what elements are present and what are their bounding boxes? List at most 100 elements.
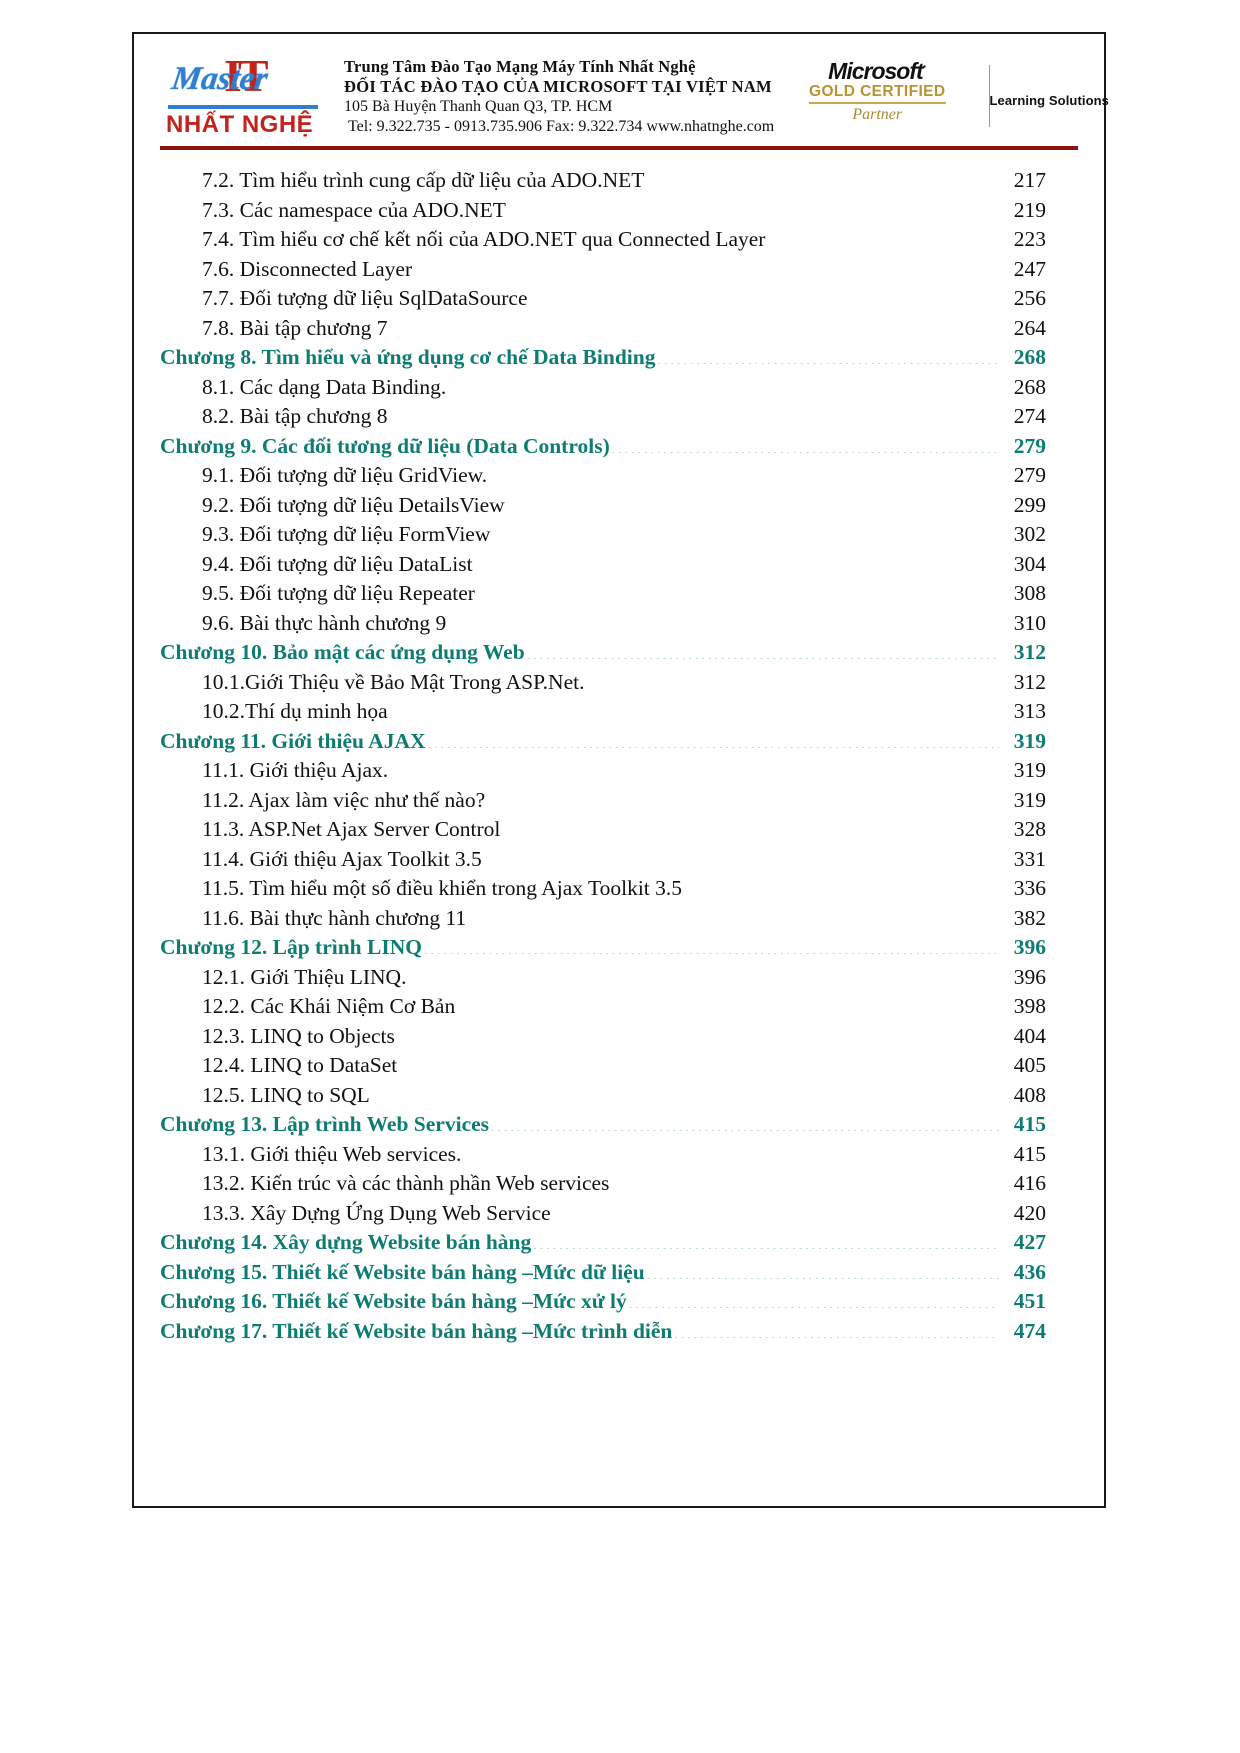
toc-chapter-row[interactable]: Chương 11. Giới thiệu AJAX 319 xyxy=(160,729,1046,759)
toc-dot-leader xyxy=(611,437,999,453)
toc-chapter-row[interactable]: Chương 13. Lập trình Web Services 415 xyxy=(160,1112,1046,1142)
toc-page-number: 312 xyxy=(1013,640,1046,664)
master-logo-text: Master xyxy=(169,61,270,97)
toc-entry-label: 7.6. Disconnected Layer xyxy=(202,256,413,281)
toc-section-row[interactable]: 7.2. Tìm hiểu trình cung cấp dữ liệu của… xyxy=(160,168,1046,198)
table-of-contents: 7.2. Tìm hiểu trình cung cấp dữ liệu của… xyxy=(160,168,1046,1348)
toc-entry-label: 12.1. Giới Thiệu LINQ. xyxy=(202,964,407,989)
microsoft-wordmark: Microsoft· xyxy=(774,59,980,83)
toc-section-row[interactable]: 11.2. Ajax làm việc như thế nào? 319 xyxy=(160,788,1046,818)
toc-dot-leader xyxy=(447,614,999,630)
toc-section-row[interactable]: 13.2. Kiến trúc và các thành phần Web se… xyxy=(160,1171,1046,1201)
toc-section-row[interactable]: 9.2. Đối tượng dữ liệu DetailsView 299 xyxy=(160,493,1046,523)
toc-entry-label: 9.1. Đối tượng dữ liệu GridView. xyxy=(202,463,488,487)
toc-dot-leader xyxy=(488,466,999,482)
toc-section-row[interactable]: 11.4. Giới thiệu Ajax Toolkit 3.5 331 xyxy=(160,847,1046,877)
toc-chapter-row[interactable]: Chương 9. Các đối tương dữ liệu (Data Co… xyxy=(160,434,1046,464)
toc-entry-label: Chương 11. Giới thiệu AJAX xyxy=(160,728,426,753)
toc-section-row[interactable]: 12.5. LINQ to SQL 408 xyxy=(160,1083,1046,1113)
toc-entry-label: 7.3. Các namespace của ADO.NET xyxy=(202,197,506,222)
toc-section-row[interactable]: 9.6. Bài thực hành chương 9 310 xyxy=(160,611,1046,641)
toc-section-row[interactable]: 10.1.Giới Thiệu về Bảo Mật Trong ASP.Net… xyxy=(160,670,1046,700)
toc-dot-leader xyxy=(389,702,999,718)
toc-section-row[interactable]: 12.2. Các Khái Niệm Cơ Bản 398 xyxy=(160,994,1046,1024)
toc-dot-leader xyxy=(646,1263,999,1279)
toc-section-row[interactable]: 12.3. LINQ to Objects 404 xyxy=(160,1024,1046,1054)
toc-chapter-row[interactable]: Chương 10. Bảo mật các ứng dụng Web 312 xyxy=(160,640,1046,670)
toc-chapter-row[interactable]: Chương 14. Xây dựng Website bán hàng 427 xyxy=(160,1230,1046,1260)
toc-dot-leader xyxy=(766,230,999,246)
toc-page-number: 408 xyxy=(1013,1082,1046,1107)
toc-entry-label: 9.5. Đối tượng dữ liệu Repeater xyxy=(202,581,475,605)
toc-section-row[interactable]: 9.3. Đối tượng dữ liệu FormView 302 xyxy=(160,522,1046,552)
toc-entry-label: 12.4. LINQ to DataSet xyxy=(202,1053,398,1077)
toc-section-row[interactable]: 7.7. Đối tượng dữ liệu SqlDataSource 256 xyxy=(160,286,1046,316)
toc-page-number: 331 xyxy=(1013,846,1046,871)
toc-page-number: 416 xyxy=(1013,1171,1046,1195)
toc-page-number: 415 xyxy=(1013,1141,1046,1166)
toc-dot-leader xyxy=(490,1115,999,1131)
learning-solutions-block: Learning Solutions xyxy=(980,55,1112,145)
toc-dot-leader xyxy=(483,850,999,866)
toc-page-number: 474 xyxy=(1013,1318,1046,1343)
toc-entry-label: Chương 10. Bảo mật các ứng dụng Web xyxy=(160,640,525,664)
street-address-line: 105 Bà Huyện Thanh Quan Q3, TP. HCM xyxy=(344,98,613,116)
toc-section-row[interactable]: 12.4. LINQ to DataSet 405 xyxy=(160,1053,1046,1083)
toc-section-row[interactable]: 9.5. Đối tượng dữ liệu Repeater 308 xyxy=(160,581,1046,611)
toc-entry-label: 9.6. Bài thực hành chương 9 xyxy=(202,610,447,635)
toc-page-number: 319 xyxy=(1013,728,1046,753)
toc-entry-label: Chương 8. Tìm hiểu và ứng dụng cơ chế Da… xyxy=(160,345,656,369)
toc-chapter-row[interactable]: Chương 12. Lập trình LINQ 396 xyxy=(160,935,1046,965)
toc-chapter-row[interactable]: Chương 17. Thiết kế Website bán hàng –Mứ… xyxy=(160,1319,1046,1349)
toc-dot-leader xyxy=(526,643,999,659)
toc-section-row[interactable]: 7.3. Các namespace của ADO.NET 219 xyxy=(160,198,1046,228)
toc-section-row[interactable]: 9.1. Đối tượng dữ liệu GridView. 279 xyxy=(160,463,1046,493)
toc-page-number: 396 xyxy=(1013,964,1046,989)
toc-page-number: 451 xyxy=(1013,1289,1046,1313)
letterhead-header: IT Master NHẤT NGHỆ Trung Tâm Đào Tạo Mạ… xyxy=(160,53,1109,145)
vertical-divider xyxy=(989,65,991,127)
center-name-line: Trung Tâm Đào Tạo Mạng Máy Tính Nhất Ngh… xyxy=(344,57,696,76)
toc-page-number: 319 xyxy=(1013,787,1046,812)
nhat-nghe-logo: IT Master NHẤT NGHỆ xyxy=(160,53,328,145)
toc-chapter-row[interactable]: Chương 16. Thiết kế Website bán hàng –Mứ… xyxy=(160,1289,1046,1319)
toc-chapter-row[interactable]: Chương 8. Tìm hiểu và ứng dụng cơ chế Da… xyxy=(160,345,1046,375)
toc-entry-label: 13.3. Xây Dựng Ứng Dụng Web Service xyxy=(202,1200,551,1225)
toc-section-row[interactable]: 7.8. Bài tập chương 7 264 xyxy=(160,316,1046,346)
partner-line: ĐỐI TÁC ĐÀO TẠO CỦA MICROSOFT TẠI VIỆT N… xyxy=(344,77,772,97)
toc-entry-label: 11.4. Giới thiệu Ajax Toolkit 3.5 xyxy=(202,846,482,871)
toc-dot-leader xyxy=(673,1322,999,1338)
toc-section-row[interactable]: 13.3. Xây Dựng Ứng Dụng Web Service 420 xyxy=(160,1201,1046,1231)
toc-section-row[interactable]: 7.4. Tìm hiểu cơ chế kết nối của ADO.NET… xyxy=(160,227,1046,257)
toc-section-row[interactable]: 11.6. Bài thực hành chương 11 382 xyxy=(160,906,1046,936)
toc-section-row[interactable]: 13.1. Giới thiệu Web services. 415 xyxy=(160,1142,1046,1172)
toc-chapter-row[interactable]: Chương 15. Thiết kế Website bán hàng –Mứ… xyxy=(160,1260,1046,1290)
toc-section-row[interactable]: 7.6. Disconnected Layer 247 xyxy=(160,257,1046,287)
toc-page-number: 313 xyxy=(1013,699,1046,723)
toc-section-row[interactable]: 11.1. Giới thiệu Ajax. 319 xyxy=(160,758,1046,788)
toc-dot-leader xyxy=(407,968,999,984)
toc-dot-leader xyxy=(532,1233,999,1249)
toc-entry-label: 7.2. Tìm hiểu trình cung cấp dữ liệu của… xyxy=(202,168,645,192)
toc-dot-leader xyxy=(389,761,999,777)
microsoft-trademark-dot: · xyxy=(922,58,928,74)
toc-page-number: 404 xyxy=(1013,1023,1046,1048)
toc-section-row[interactable]: 11.5. Tìm hiểu một số điều khiển trong A… xyxy=(160,876,1046,906)
toc-section-row[interactable]: 11.3. ASP.Net Ajax Server Control 328 xyxy=(160,817,1046,847)
toc-section-row[interactable]: 12.1. Giới Thiệu LINQ. 396 xyxy=(160,965,1046,995)
toc-dot-leader xyxy=(467,909,999,925)
toc-page-number: 217 xyxy=(1013,168,1046,192)
toc-entry-label: Chương 12. Lập trình LINQ xyxy=(160,935,422,959)
toc-page-number: 268 xyxy=(1013,345,1046,369)
toc-section-row[interactable]: 9.4. Đối tượng dữ liệu DataList 304 xyxy=(160,552,1046,582)
toc-section-row[interactable]: 10.2.Thí dụ minh họa 313 xyxy=(160,699,1046,729)
toc-dot-leader xyxy=(388,407,999,423)
toc-section-row[interactable]: 8.1. Các dạng Data Binding. 268 xyxy=(160,375,1046,405)
toc-dot-leader xyxy=(506,496,999,512)
toc-page-number: 336 xyxy=(1013,876,1046,900)
toc-section-row[interactable]: 8.2. Bài tập chương 8 274 xyxy=(160,404,1046,434)
toc-entry-label: 8.2. Bài tập chương 8 xyxy=(202,404,388,428)
toc-dot-leader xyxy=(396,1027,999,1043)
toc-entry-label: 7.8. Bài tập chương 7 xyxy=(202,315,388,340)
toc-page-number: 302 xyxy=(1013,522,1046,546)
